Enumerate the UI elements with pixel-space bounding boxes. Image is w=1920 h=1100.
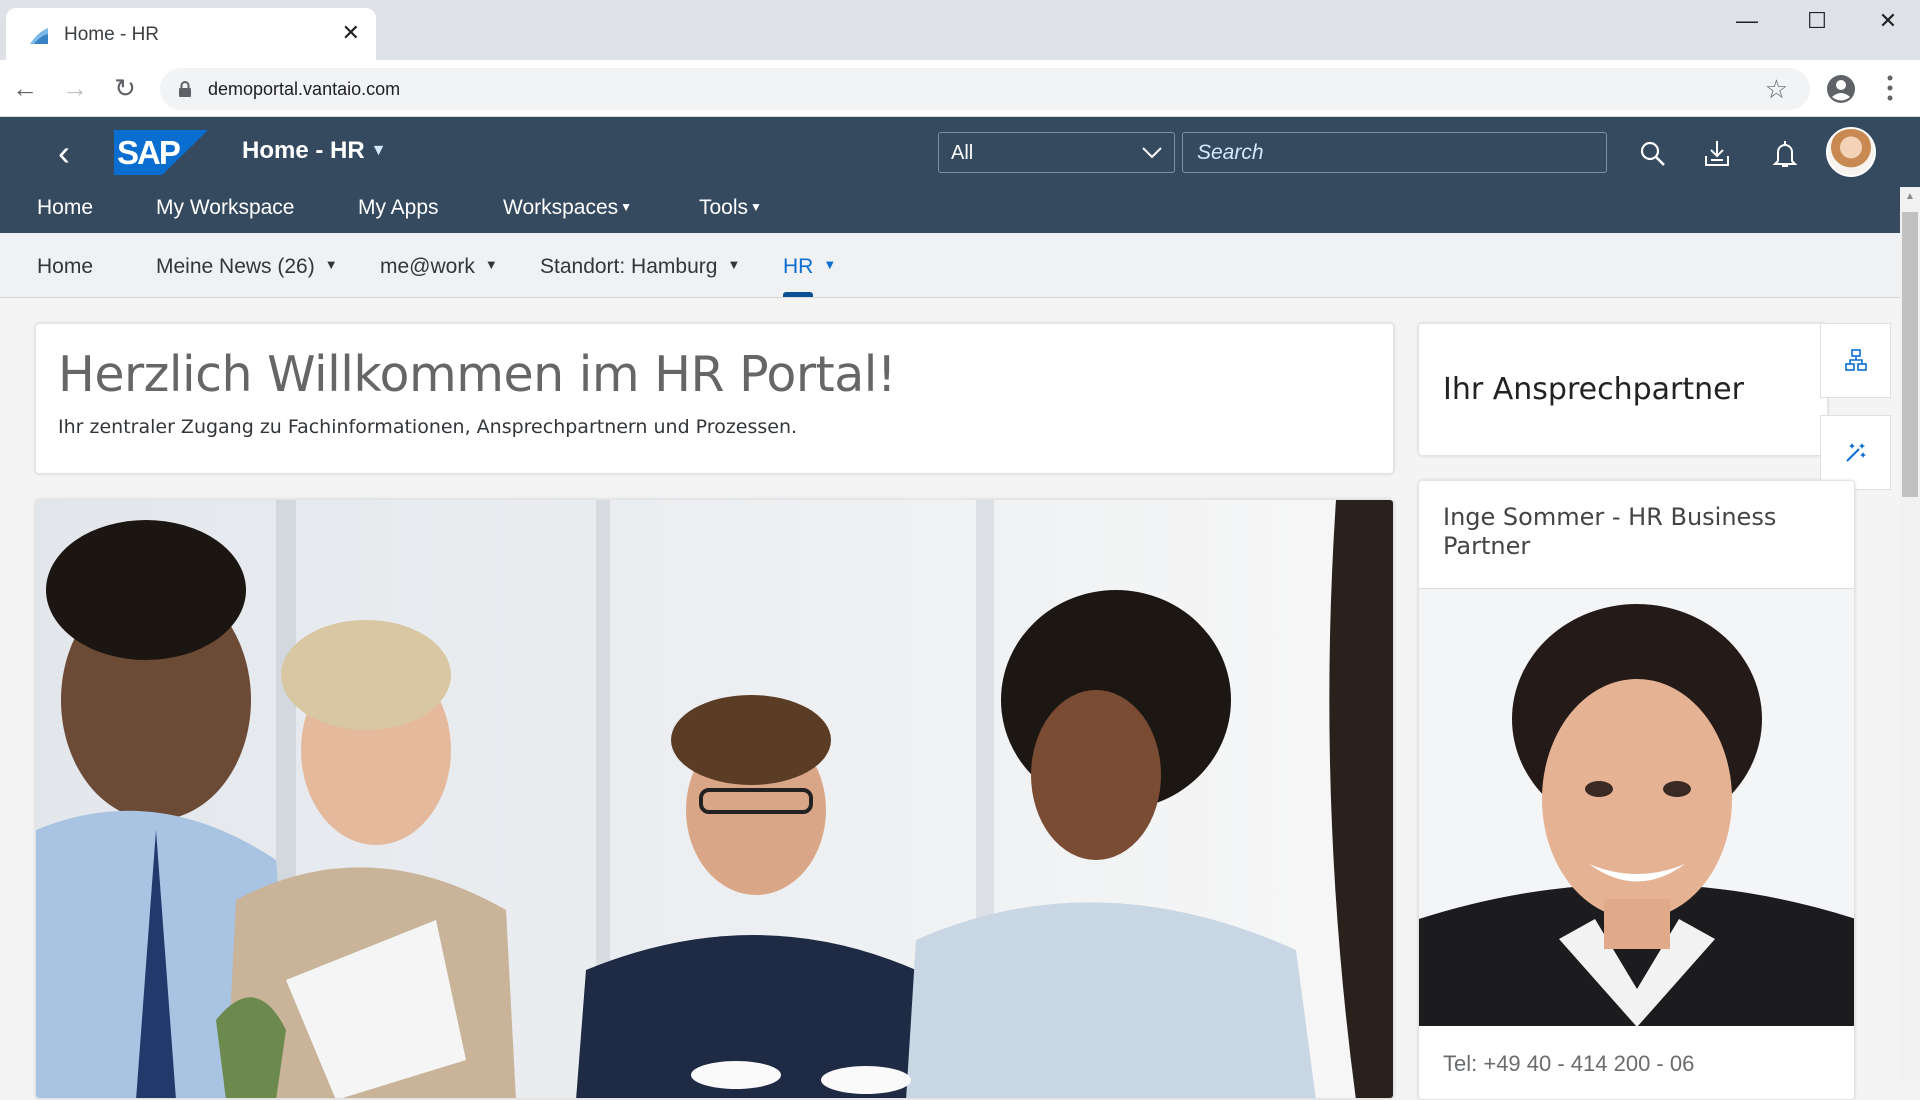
magic-wand-icon — [1846, 443, 1866, 462]
minimize-button[interactable]: — — [1717, 6, 1777, 36]
subnav-standort[interactable]: Standort: Hamburg ▼ — [540, 255, 740, 279]
chevron-down-icon — [1142, 147, 1162, 159]
org-chart-button[interactable] — [1820, 323, 1891, 398]
browser-profile-icon[interactable] — [1826, 74, 1856, 104]
browser-toolbar: ← → ↻ demoportal.vantaio.com ☆ — [0, 60, 1920, 117]
browser-tab[interactable]: Home - HR ✕ — [6, 8, 376, 60]
nav-home[interactable]: Home — [37, 196, 93, 220]
team-meeting-photo — [36, 500, 1393, 1098]
notifications-bell-icon[interactable] — [1770, 139, 1800, 169]
search-scope-value: All — [951, 142, 974, 164]
nav-my-apps[interactable]: My Apps — [358, 196, 439, 220]
caret-down-icon: ▼ — [484, 257, 498, 272]
caret-down-icon: ▼ — [324, 257, 338, 272]
caret-down-icon: ▼ — [620, 200, 633, 214]
shell-header: ‹ SAP Home - HR ▼ All Home My Workspace M… — [0, 117, 1920, 233]
favicon-icon — [30, 28, 48, 44]
hero-image-card — [35, 499, 1394, 1099]
shell-back-icon[interactable]: ‹ — [58, 135, 70, 171]
page-scrollbar[interactable]: ▲ — [1900, 187, 1920, 1080]
tab-close-icon[interactable]: ✕ — [342, 20, 360, 46]
subnav-home[interactable]: Home — [37, 255, 93, 279]
lock-icon — [179, 81, 191, 97]
user-avatar[interactable] — [1826, 127, 1876, 177]
contact-portrait-image — [1419, 589, 1854, 1026]
caret-down-icon: ▼ — [823, 257, 837, 272]
caret-down-icon: ▼ — [750, 200, 762, 214]
contact-name: Inge Sommer - HR Business Partner — [1443, 503, 1777, 560]
nav-tools[interactable]: Tools ▼ — [699, 196, 762, 220]
active-tab-indicator — [783, 292, 813, 297]
sub-navigation: Home Meine News (26) ▼ me@work ▼ Standort:… — [0, 233, 1900, 298]
shell-title-text: Home - HR — [242, 137, 365, 164]
download-icon[interactable] — [1702, 139, 1732, 169]
welcome-subtitle: Ihr zentraler Zugang zu Fachinformatione… — [58, 416, 798, 438]
forward-button[interactable]: → — [60, 74, 90, 104]
subnav-meine-news[interactable]: Meine News (26) ▼ — [156, 255, 338, 279]
contact-person-card: Inge Sommer - HR Business Partner Tel: +… — [1418, 480, 1855, 1100]
contact-phone: Tel: +49 40 - 414 200 - 06 — [1443, 1051, 1695, 1076]
nav-tools-label: Tools — [699, 196, 749, 219]
tab-title: Home - HR — [64, 24, 160, 45]
welcome-card: Herzlich Willkommen im HR Portal! Ihr ze… — [35, 323, 1394, 474]
sap-logo[interactable]: SAP — [114, 130, 208, 175]
browser-menu-icon[interactable] — [1880, 72, 1900, 104]
contact-heading: Ihr Ansprechpartner — [1443, 372, 1744, 407]
welcome-title: Herzlich Willkommen im HR Portal! — [58, 346, 897, 403]
nav-workspaces-label: Workspaces — [503, 196, 619, 219]
bookmark-star-icon[interactable]: ☆ — [1765, 74, 1788, 105]
maximize-button[interactable]: ☐ — [1787, 6, 1847, 36]
shell-title[interactable]: Home - HR ▼ — [242, 137, 387, 165]
nav-my-workspace[interactable]: My Workspace — [156, 196, 294, 220]
contact-header-card: Ihr Ansprechpartner — [1418, 323, 1828, 456]
search-input[interactable] — [1182, 132, 1607, 173]
search-icon[interactable] — [1638, 139, 1668, 169]
search-scope-select[interactable]: All — [938, 132, 1175, 173]
address-bar[interactable]: demoportal.vantaio.com ☆ — [160, 68, 1810, 110]
subnav-me-at-work-label: me@work — [380, 255, 475, 278]
nav-workspaces[interactable]: Workspaces ▼ — [503, 196, 632, 220]
subnav-meine-news-label: Meine News (26) — [156, 255, 315, 278]
svg-text:SAP: SAP — [117, 134, 180, 171]
url-text: demoportal.vantaio.com — [208, 79, 401, 99]
browser-tabstrip: Home - HR ✕ — ☐ ✕ — [0, 0, 1920, 60]
subnav-me-at-work[interactable]: me@work ▼ — [380, 255, 498, 279]
contact-photo — [1419, 588, 1854, 1026]
scroll-up-arrow-icon[interactable]: ▲ — [1900, 187, 1920, 207]
subnav-standort-label: Standort: Hamburg — [540, 255, 718, 278]
close-window-button[interactable]: ✕ — [1858, 6, 1918, 36]
back-button[interactable]: ← — [10, 74, 40, 104]
caret-down-icon: ▼ — [727, 257, 741, 272]
scrollbar-thumb[interactable] — [1902, 212, 1918, 497]
magic-wand-button[interactable] — [1820, 415, 1891, 490]
caret-down-icon: ▼ — [370, 142, 387, 159]
org-chart-icon — [1845, 349, 1867, 371]
reload-button[interactable]: ↻ — [110, 74, 140, 104]
subnav-hr-label: HR — [783, 255, 814, 278]
subnav-hr[interactable]: HR ▼ — [783, 255, 836, 279]
